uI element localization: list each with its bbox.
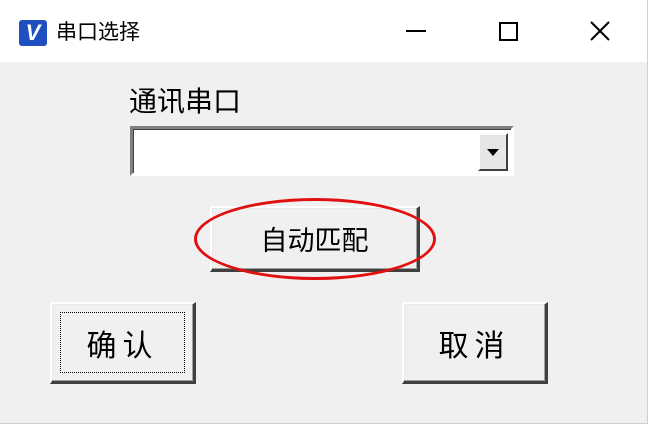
minimize-button[interactable]: [370, 0, 462, 62]
port-label: 通讯串口: [129, 85, 242, 118]
chevron-down-icon: [487, 148, 499, 156]
window-title: 串口选择: [56, 20, 140, 44]
close-button[interactable]: [554, 0, 646, 62]
app-icon: V: [19, 20, 47, 46]
port-select-value: [139, 135, 471, 169]
maximize-button[interactable]: [462, 0, 554, 62]
auto-match-label: 自动匹配: [260, 226, 369, 257]
close-icon: [590, 21, 610, 41]
minimize-icon: [406, 30, 426, 32]
maximize-icon: [498, 21, 518, 41]
dropdown-button[interactable]: [478, 133, 508, 171]
title-bar[interactable]: V 串口选择: [0, 0, 647, 62]
cancel-label: 取消: [438, 328, 511, 364]
port-select[interactable]: [130, 126, 514, 176]
ok-button[interactable]: 确认: [50, 302, 196, 384]
ok-label: 确认: [86, 328, 159, 364]
serial-port-dialog: V 串口选择 通讯串口 自动匹配 确认 取消: [0, 0, 648, 424]
cancel-button[interactable]: 取消: [402, 302, 548, 384]
auto-match-button[interactable]: 自动匹配: [210, 206, 420, 272]
